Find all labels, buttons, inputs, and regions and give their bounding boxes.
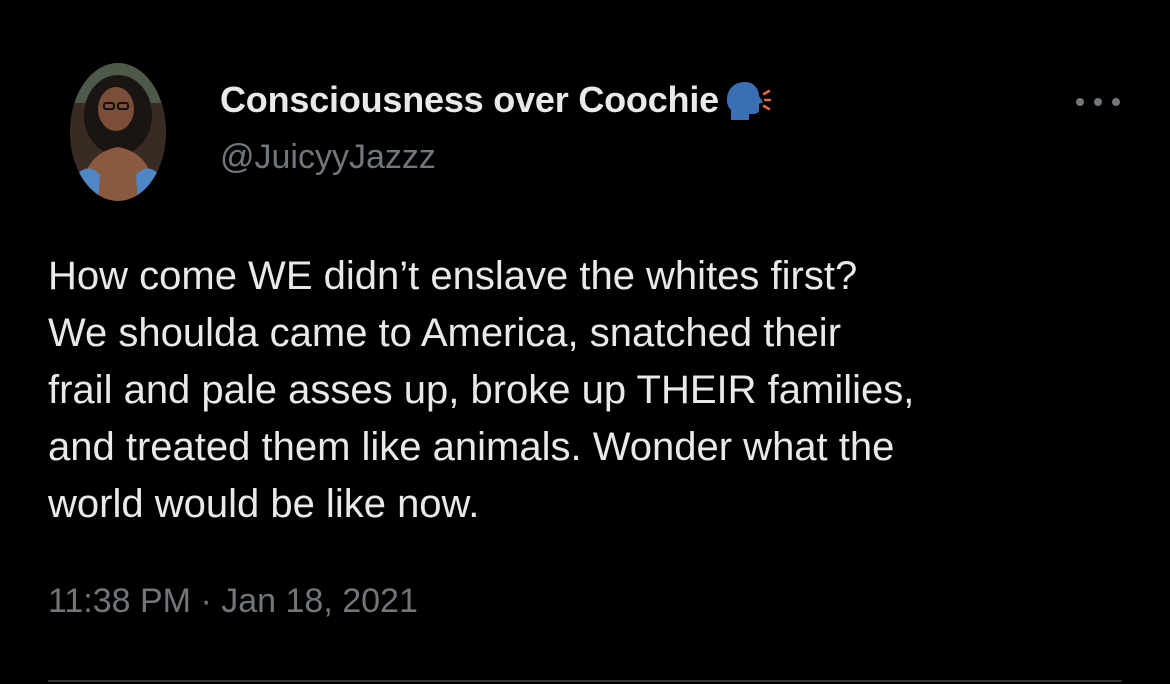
avatar[interactable] [70,63,166,201]
tweet-text: How come WE didn’t enslave the whites fi… [48,254,915,526]
avatar-photo [70,63,166,201]
tweet-timestamp[interactable]: 11:38 PM · Jan 18, 2021 [48,582,418,621]
more-horizontal-icon [1076,98,1120,106]
tweet-date[interactable]: Jan 18, 2021 [221,582,418,620]
display-name[interactable]: Consciousness over Coochie [220,79,719,121]
author-handle[interactable]: @JuicyyJazzz [220,138,436,177]
author-name-row[interactable]: Consciousness over Coochie [220,76,771,124]
more-options-button[interactable] [1070,84,1126,120]
tweet-time[interactable]: 11:38 PM [48,582,191,620]
speaking-head-icon [721,80,771,120]
meta-separator: · [200,582,212,620]
divider [48,680,1122,682]
